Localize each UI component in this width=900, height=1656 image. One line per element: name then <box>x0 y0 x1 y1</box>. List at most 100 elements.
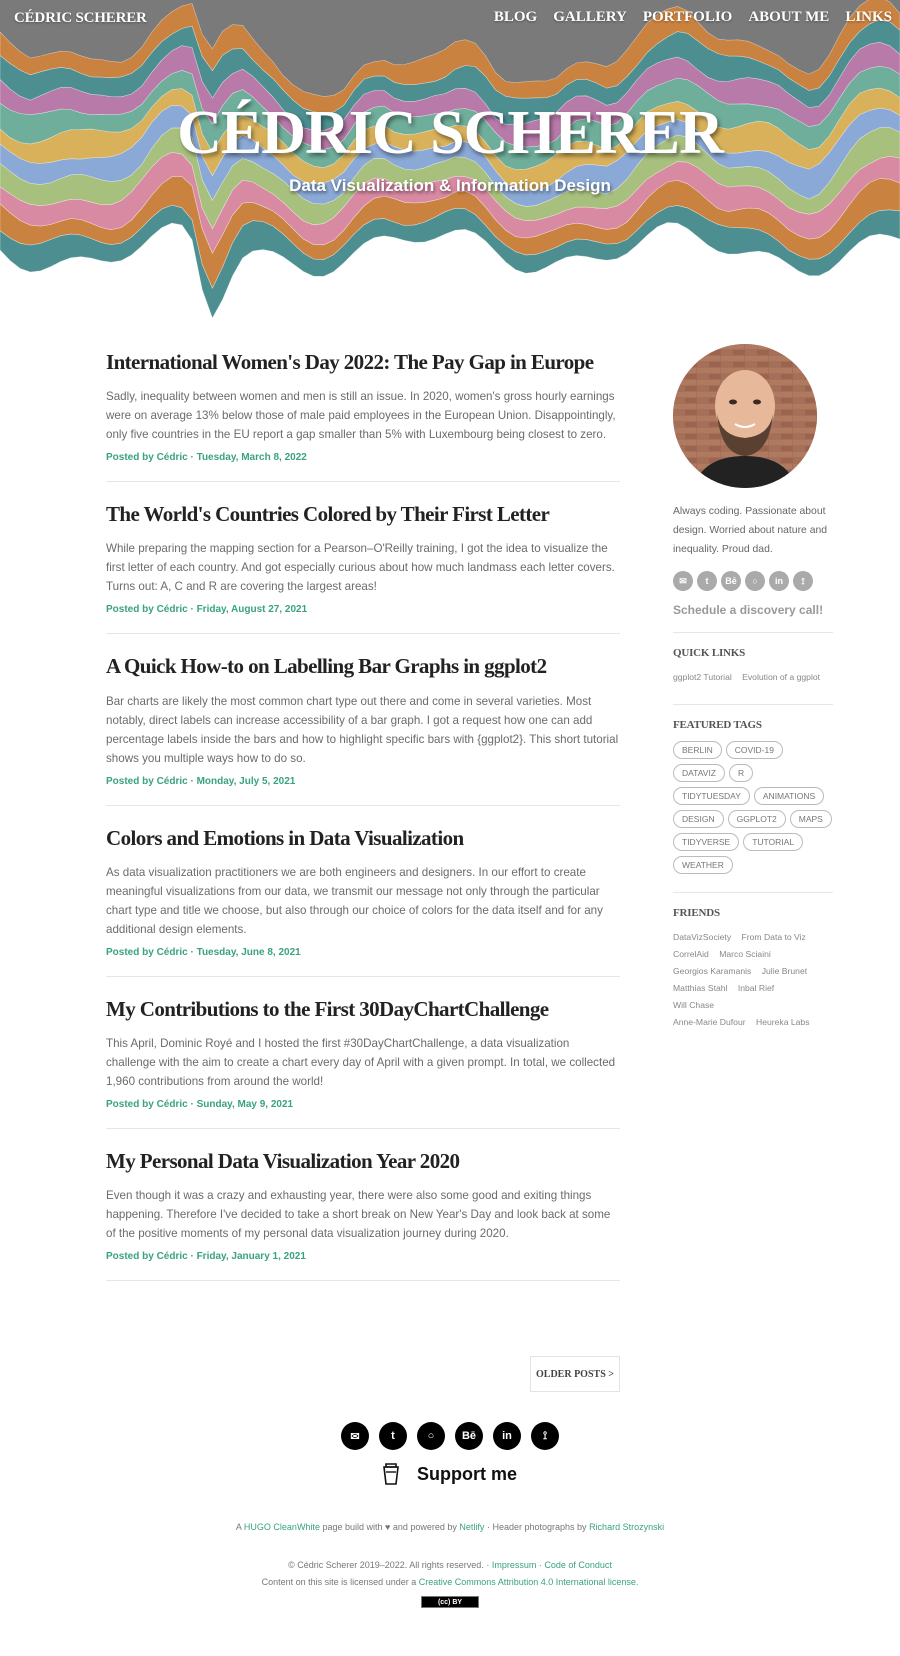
footer-credits: A HUGO CleanWhite page build with ♥ and … <box>0 1522 900 1532</box>
post-excerpt: Sadly, inequality between women and men … <box>106 390 616 442</box>
post-preview: My Personal Data Visualization Year 2020… <box>106 1149 620 1282</box>
post-preview: The World's Countries Colored by Their F… <box>106 502 620 635</box>
tag-chip[interactable]: COVID-19 <box>725 741 783 759</box>
quick-links-heading: QUICK LINKS <box>673 647 746 659</box>
friend-link[interactable]: Anne-Marie Dufour <box>673 1017 746 1027</box>
post-title[interactable]: International Women's Day 2022: The Pay … <box>106 350 620 375</box>
friends-section: FRIENDS DataVizSociety From Data to Viz … <box>673 892 833 1031</box>
tag-chip[interactable]: MAPS <box>789 810 832 828</box>
nav-links[interactable]: LINKS <box>845 9 892 26</box>
friend-link[interactable]: DataVizSociety <box>673 932 731 942</box>
discovery-call-link[interactable]: Schedule a discovery call! <box>673 603 833 617</box>
post-preview: International Women's Day 2022: The Pay … <box>106 350 620 483</box>
post-preview: A Quick How-to on Labelling Bar Graphs i… <box>106 654 620 806</box>
post-excerpt: As data visualization practitioners we a… <box>106 865 603 936</box>
quick-link[interactable]: Evolution of a ggplot <box>742 672 820 682</box>
streamgraph-background <box>0 0 900 340</box>
friend-link[interactable]: Georgios Karamanis <box>673 966 751 976</box>
post-preview: Colors and Emotions in Data Visualizatio… <box>106 826 620 977</box>
tag-chip[interactable]: WEATHER <box>673 856 733 874</box>
post-list: International Women's Day 2022: The Pay … <box>106 350 620 1301</box>
top-nav: BLOG GALLERY PORTFOLIO ABOUT ME LINKS <box>494 9 892 26</box>
friend-link[interactable]: Will Chase <box>673 1000 714 1010</box>
twitter-icon[interactable]: t <box>697 571 717 591</box>
footer-copyright: © Cédric Scherer 2019–2022. All rights r… <box>0 1560 900 1570</box>
tag-chip[interactable]: ANIMATIONS <box>753 787 825 805</box>
footer-social-links: ✉ t ○ Bē in ⟟ <box>0 1422 900 1450</box>
avatar <box>673 344 817 488</box>
post-title[interactable]: Colors and Emotions in Data Visualizatio… <box>106 826 620 851</box>
nav-portfolio[interactable]: PORTFOLIO <box>643 9 732 26</box>
footer-separator: · <box>538 1560 542 1570</box>
post-excerpt: Even though it was a crazy and exhaustin… <box>106 1189 611 1241</box>
social-links: ✉ t Bē ○ in ⟟ <box>673 571 833 591</box>
friend-link[interactable]: Marco Sciaini <box>719 949 771 959</box>
post-meta: Posted by Cédric · Friday, August 27, 20… <box>106 604 308 616</box>
license-link[interactable]: Creative Commons Attribution 4.0 Interna… <box>419 1577 639 1587</box>
linkedin-icon[interactable]: in <box>493 1422 521 1450</box>
quick-link[interactable]: ggplot2 Tutorial <box>673 672 732 682</box>
tag-chip[interactable]: R <box>729 764 754 782</box>
hero-title: CÉDRIC SCHERER <box>177 99 724 167</box>
tag-chip[interactable]: TIDYTUESDAY <box>673 787 750 805</box>
post-title[interactable]: The World's Countries Colored by Their F… <box>106 502 620 527</box>
tag-chip[interactable]: BERLIN <box>673 741 722 759</box>
quick-links-section: QUICK LINKS ggplot2 Tutorial Evolution o… <box>673 632 833 686</box>
tag-chip[interactable]: GGPLOT2 <box>727 810 786 828</box>
post-title[interactable]: My Contributions to the First 30DayChart… <box>106 997 620 1022</box>
twitter-icon[interactable]: t <box>379 1422 407 1450</box>
github-icon[interactable]: ○ <box>417 1422 445 1450</box>
nav-gallery[interactable]: GALLERY <box>553 9 627 26</box>
featured-tags-section: FEATURED TAGS BERLIN COVID-19 DATAVIZ R … <box>673 704 833 874</box>
support-me-label: Support me <box>416 1463 517 1484</box>
post-preview: My Contributions to the First 30DayChart… <box>106 997 620 1129</box>
behance-icon[interactable]: Bē <box>721 571 741 591</box>
friend-link[interactable]: CorrelAid <box>673 949 709 959</box>
post-title[interactable]: A Quick How-to on Labelling Bar Graphs i… <box>106 654 620 679</box>
tag-chip[interactable]: DESIGN <box>673 810 724 828</box>
rss-icon[interactable]: ⟟ <box>793 571 813 591</box>
post-meta: Posted by Cédric · Monday, July 5, 2021 <box>106 775 296 787</box>
friend-link[interactable]: Heureka Labs <box>756 1017 810 1027</box>
hugo-cleanwhite-link[interactable]: HUGO CleanWhite <box>244 1522 320 1532</box>
bio: Always coding. Passionate about design. … <box>673 506 828 555</box>
footer-text: A <box>235 1522 242 1532</box>
email-icon[interactable]: ✉ <box>673 571 693 591</box>
site-brand[interactable]: CÉDRIC SCHERER <box>14 10 147 27</box>
impressum-link[interactable]: Impressum <box>492 1560 537 1570</box>
behance-icon[interactable]: Bē <box>455 1422 483 1450</box>
header-hero: CÉDRIC SCHERER BLOG GALLERY PORTFOLIO AB… <box>0 0 900 340</box>
post-title[interactable]: My Personal Data Visualization Year 2020 <box>106 1149 620 1174</box>
cc-license-badge[interactable]: (cc) BY <box>421 1596 479 1608</box>
footer-separator: · <box>486 1522 490 1532</box>
older-posts-button[interactable]: OLDER POSTS > <box>530 1356 620 1392</box>
post-meta: Posted by Cédric · Sunday, May 9, 2021 <box>106 1098 294 1110</box>
nav-blog[interactable]: BLOG <box>494 9 537 26</box>
github-icon[interactable]: ○ <box>745 571 765 591</box>
tag-chip[interactable]: TUTORIAL <box>743 833 804 851</box>
friend-link[interactable]: From Data to Viz <box>742 932 806 942</box>
netlify-link[interactable]: Netlify <box>459 1522 484 1532</box>
rss-icon[interactable]: ⟟ <box>531 1422 559 1450</box>
photographer-link[interactable]: Richard Strozynski <box>589 1522 664 1532</box>
post-excerpt: While preparing the mapping section for … <box>106 542 615 594</box>
code-of-conduct-link[interactable]: Code of Conduct <box>544 1560 612 1570</box>
copyright-text: © Cédric Scherer 2019–2022. All rights r… <box>288 1560 484 1570</box>
sidebar: Always coding. Passionate about design. … <box>673 344 833 1049</box>
email-icon[interactable]: ✉ <box>341 1422 369 1450</box>
post-excerpt: Bar charts are likely the most common ch… <box>106 694 619 765</box>
friend-link[interactable]: Inbal Rief <box>738 983 774 993</box>
footer-text: Header photographs by <box>492 1522 587 1532</box>
tag-chip[interactable]: TIDYVERSE <box>673 833 740 851</box>
footer-text: page build with ♥ and powered by <box>322 1522 457 1532</box>
tag-chip[interactable]: DATAVIZ <box>673 764 725 782</box>
footer-license: Content on this site is licensed under a… <box>0 1577 900 1587</box>
hero-subtitle: Data Visualization & Information Design <box>289 176 611 195</box>
support-me-link[interactable]: Support me <box>0 1463 900 1485</box>
license-text: Content on this site is licensed under a <box>261 1577 417 1587</box>
friend-link[interactable]: Julie Brunet <box>762 966 807 976</box>
friend-link[interactable]: Matthias Stahl <box>673 983 727 993</box>
linkedin-icon[interactable]: in <box>769 571 789 591</box>
post-meta: Posted by Cédric · Tuesday, June 8, 2021 <box>106 946 301 958</box>
nav-about-me[interactable]: ABOUT ME <box>748 9 829 26</box>
